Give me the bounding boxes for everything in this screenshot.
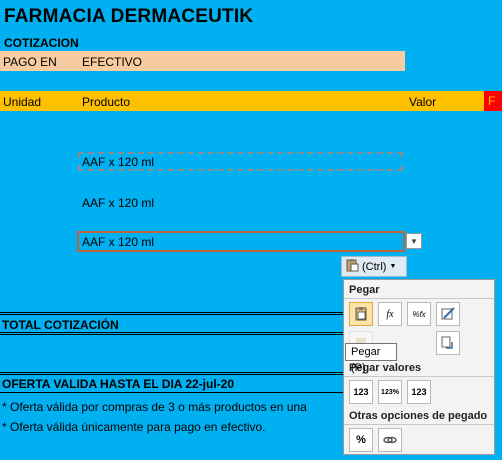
paste-values-button[interactable]: 123: [349, 380, 373, 404]
note-text: * Oferta válida únicamente para pago en …: [2, 420, 266, 434]
percent-brush-icon: %: [356, 434, 366, 446]
brush-icon: [441, 307, 455, 320]
cell-dropdown-button[interactable]: ▼: [406, 233, 422, 249]
product-cell[interactable]: AAF x 120 ml: [82, 196, 154, 210]
header-extra-label: F: [488, 94, 496, 108]
product-cell[interactable]: AAF x 120 ml: [82, 155, 154, 169]
values-format-icon: 123: [411, 387, 427, 397]
paste-options-button[interactable]: (Ctrl) ▼: [341, 256, 407, 277]
header-red-cell[interactable]: F: [484, 91, 502, 111]
values-icon: 123: [353, 387, 369, 397]
note-text: * Oferta válida por compras de 3 o más p…: [2, 400, 307, 414]
chevron-down-icon: ▼: [410, 236, 418, 246]
divider: [0, 372, 343, 373]
transpose-icon: [441, 336, 453, 349]
menu-divider: [344, 298, 494, 299]
paste-transpose-button[interactable]: [436, 331, 460, 355]
paste-values-source-format-button[interactable]: 123: [407, 380, 431, 404]
paste-icon: [355, 307, 367, 321]
values-percent-icon: 123%: [381, 388, 399, 396]
payment-row[interactable]: [0, 51, 405, 71]
section-other-paste: Otras opciones de pegado: [349, 410, 488, 422]
divider: [0, 332, 343, 333]
offer-label: OFERTA VALIDA HASTA EL DIA 22-jul-20: [2, 377, 235, 391]
divider: [0, 374, 343, 375]
paste-values-number-format-button[interactable]: 123%: [378, 380, 402, 404]
paste-formulas-button[interactable]: fx: [378, 302, 402, 326]
quote-subtitle: COTIZACION: [4, 36, 79, 50]
page-title: FARMACIA DERMACEUTIK: [4, 6, 254, 27]
product-cell[interactable]: AAF x 120 ml: [82, 235, 154, 249]
total-label: TOTAL COTIZACIÓN: [2, 318, 119, 332]
paste-keep-source-format-button[interactable]: [436, 302, 460, 326]
paste-tooltip: Pegar (P): [345, 343, 397, 374]
header-unit: Unidad: [3, 95, 42, 109]
clipboard-icon: [345, 258, 359, 275]
menu-divider: [344, 424, 494, 425]
paste-options-label: (Ctrl): [362, 260, 387, 273]
menu-divider: [344, 376, 494, 377]
paste-link-button[interactable]: [378, 428, 402, 452]
chevron-down-icon: ▼: [389, 263, 397, 270]
paste-formatting-button[interactable]: %: [349, 428, 373, 452]
divider: [0, 314, 343, 315]
paste-options-menu: Pegar fx %fx Pegar valores 123 123% 123 …: [343, 279, 495, 455]
divider: [0, 312, 343, 313]
section-paste: Pegar: [349, 284, 380, 296]
divider: [0, 392, 343, 393]
link-icon: [383, 436, 397, 444]
paste-formulas-format-button[interactable]: %fx: [407, 302, 431, 326]
formula-icon: fx: [386, 308, 394, 320]
header-value: Valor: [409, 95, 437, 109]
header-product: Producto: [82, 95, 131, 109]
payment-value[interactable]: EFECTIVO: [82, 55, 142, 69]
divider: [0, 334, 343, 335]
percent-formula-icon: %fx: [412, 309, 426, 319]
paste-button[interactable]: [349, 302, 373, 326]
payment-label: PAGO EN: [3, 55, 57, 69]
